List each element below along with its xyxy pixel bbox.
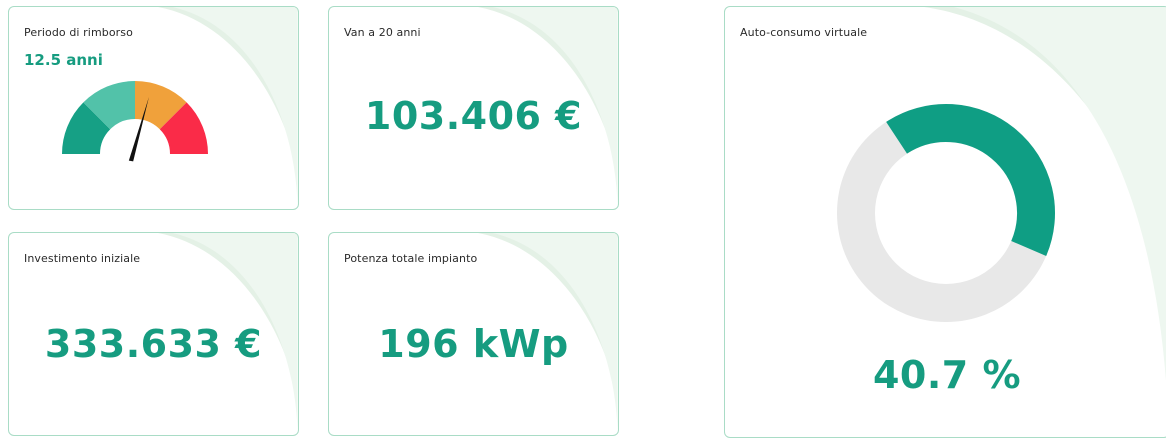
payback-card: Periodo di rimborso 12.5 anni [8,6,299,210]
investment-card: Investimento iniziale 333.633 € [8,232,299,436]
power-title: Potenza totale impianto [344,252,478,265]
donut-value-arc [886,104,1055,256]
selfconsumption-title: Auto-consumo virtuale [740,26,868,39]
investment-title: Investimento iniziale [24,252,141,265]
selfconsumption-value: 40.7 % [872,353,1022,397]
payback-gauge [62,81,208,162]
payback-title: Periodo di rimborso [24,26,133,39]
power-card: Potenza totale impianto 196 kWp [328,232,619,436]
power-value: 196 kWp [378,322,569,366]
selfconsumption-card: Auto-consumo virtuale 40.7 % [724,6,1166,438]
investment-value: 333.633 € [44,322,263,366]
npv-card: Van a 20 anni 103.406 € [328,6,619,210]
selfconsumption-donut [837,104,1055,322]
payback-value: 12.5 anni [24,51,103,69]
npv-value: 103.406 € [364,94,583,138]
npv-title: Van a 20 anni [344,26,421,39]
